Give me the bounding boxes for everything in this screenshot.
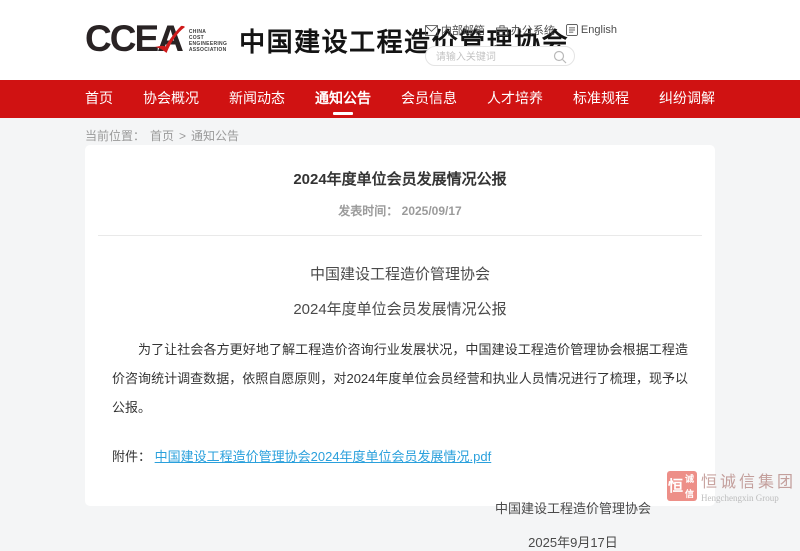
- english-link[interactable]: English: [566, 24, 617, 36]
- watermark-name-cn: 恒诚信集团: [701, 468, 796, 492]
- doc-heading-title: 2024年度单位会员发展情况公报: [85, 298, 715, 319]
- site-header: CCEA CHINA COST ENGINEERING ASSOCIATION …: [0, 0, 800, 80]
- article-card: 2024年度单位会员发展情况公报 发表时间： 2025/09/17 中国建设工程…: [85, 145, 715, 506]
- search-box: [425, 46, 575, 66]
- search-button[interactable]: [553, 50, 567, 64]
- doc-heading-org: 中国建设工程造价管理协会: [85, 263, 715, 284]
- breadcrumb-prefix: 当前位置：: [85, 127, 145, 144]
- nav-item-association-overview[interactable]: 协会概况: [143, 80, 199, 118]
- active-tab-indicator: [333, 112, 353, 115]
- search-icon: [553, 50, 567, 64]
- logo-subtext: CHINA COST ENGINEERING ASSOCIATION: [189, 29, 227, 53]
- article-meta: 发表时间： 2025/09/17: [85, 202, 715, 219]
- office-system-link[interactable]: 办公系统: [496, 22, 555, 38]
- doc-paragraph: 为了让社会各方更好地了解工程造价咨询行业发展状况，中国建设工程造价管理协会根据工…: [112, 335, 688, 422]
- attachment-pdf-link[interactable]: 中国建设工程造价管理协会2024年度单位会员发展情况.pdf: [155, 449, 492, 464]
- translate-icon: [566, 24, 578, 36]
- breadcrumb: 当前位置： 首页 > 通知公告: [85, 118, 715, 144]
- nav-item-notices[interactable]: 通知公告: [315, 80, 371, 118]
- main-nav: 首页 协会概况 新闻动态 通知公告 会员信息 人才培养 标准规程 纠纷调解: [0, 80, 800, 118]
- attachment-row: 附件： 中国建设工程造价管理协会2024年度单位会员发展情况.pdf: [112, 446, 688, 465]
- article-title: 2024年度单位会员发展情况公报: [85, 145, 715, 189]
- nav-item-member-info[interactable]: 会员信息: [401, 80, 457, 118]
- hengchengxin-logo-icon: 恒 诚 信: [667, 471, 697, 501]
- attachment-label: 附件：: [112, 449, 151, 464]
- signature-block: 中国建设工程造价管理协会 2025年9月17日: [495, 498, 651, 551]
- office-system-label: 办公系统: [511, 22, 555, 38]
- nav-item-home[interactable]: 首页: [85, 80, 113, 118]
- internal-mail-link[interactable]: 内部邮箱: [425, 22, 485, 38]
- article-divider: [98, 235, 702, 236]
- internal-mail-label: 内部邮箱: [441, 22, 485, 38]
- nav-item-news[interactable]: 新闻动态: [229, 80, 285, 118]
- nav-item-talent-training[interactable]: 人才培养: [487, 80, 543, 118]
- ccea-wordmark: CCEA: [85, 17, 182, 61]
- publish-time-label: 发表时间：: [338, 204, 398, 218]
- english-label: English: [581, 24, 617, 36]
- signature-date: 2025年9月17日: [528, 532, 618, 551]
- nav-item-notices-label: 通知公告: [315, 90, 371, 106]
- breadcrumb-home-link[interactable]: 首页: [150, 127, 174, 144]
- watermark-text: 恒诚信集团 Hengchengxin Group: [701, 468, 796, 503]
- logo-swoosh-icon: [154, 25, 186, 55]
- nav-item-dispute-mediation[interactable]: 纠纷调解: [659, 80, 715, 118]
- search-input[interactable]: [426, 49, 574, 67]
- hengchengxin-watermark: 恒 诚 信 恒诚信集团 Hengchengxin Group: [667, 468, 796, 503]
- top-links: 内部邮箱 办公系统: [425, 22, 617, 38]
- publish-time-value: 2025/09/17: [402, 204, 462, 218]
- mail-icon: [425, 25, 438, 36]
- topbar: 内部邮箱 办公系统: [425, 22, 617, 66]
- breadcrumb-current: 通知公告: [191, 127, 239, 144]
- office-system-icon: [496, 25, 508, 36]
- signature-org: 中国建设工程造价管理协会: [495, 498, 651, 517]
- breadcrumb-separator: >: [179, 129, 186, 143]
- nav-item-standards[interactable]: 标准规程: [573, 80, 629, 118]
- watermark-name-en: Hengchengxin Group: [701, 493, 796, 503]
